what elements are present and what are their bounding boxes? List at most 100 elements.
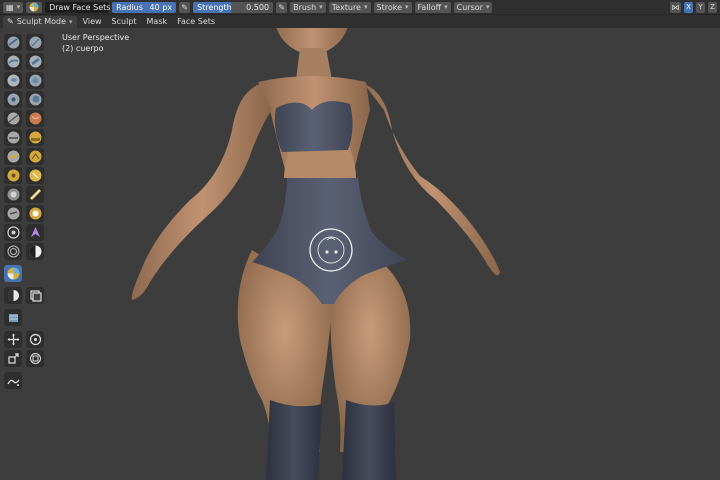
radius-pen-pressure-button[interactable]: ✎ bbox=[179, 1, 191, 13]
tool-transform[interactable] bbox=[26, 350, 44, 367]
inflate-icon bbox=[7, 93, 19, 106]
transform-icon bbox=[29, 353, 41, 364]
elastic-deform-icon bbox=[7, 188, 19, 201]
sculpt-toolbar bbox=[4, 34, 48, 389]
tool-thumb[interactable] bbox=[4, 205, 22, 222]
flatten-icon bbox=[7, 131, 19, 144]
symmetry-y-toggle[interactable]: Y bbox=[696, 1, 705, 13]
symmetry-x-toggle[interactable]: X bbox=[684, 1, 693, 13]
brush-menu[interactable]: Brush bbox=[290, 1, 326, 13]
brush-preview-button[interactable] bbox=[26, 1, 43, 13]
tool-pose[interactable] bbox=[26, 205, 44, 222]
pose-icon bbox=[29, 207, 41, 220]
tool-inflate[interactable] bbox=[4, 91, 22, 108]
snake-hook-icon bbox=[29, 188, 41, 201]
perspective-label: User Perspective bbox=[62, 33, 130, 42]
tool-slide-relax[interactable] bbox=[4, 243, 22, 260]
blob-icon bbox=[29, 93, 41, 106]
model-belly bbox=[284, 148, 356, 178]
tool-clay[interactable] bbox=[4, 53, 22, 70]
multiplane-scrape-icon bbox=[29, 150, 41, 163]
model-right-sock bbox=[342, 400, 396, 480]
smooth-icon bbox=[29, 112, 41, 125]
move-icon bbox=[7, 333, 19, 346]
editor-type-button[interactable]: ▦ bbox=[3, 1, 24, 13]
tool-draw[interactable] bbox=[4, 34, 22, 51]
stroke-menu[interactable]: Stroke bbox=[373, 1, 412, 13]
layer-icon bbox=[29, 74, 41, 87]
mode-selector[interactable]: ✎ Sculpt Mode bbox=[3, 15, 77, 28]
fill-icon bbox=[29, 131, 41, 144]
slide-relax-icon bbox=[7, 245, 19, 258]
tool-scrape[interactable] bbox=[4, 148, 22, 165]
butterfly-icon: ⋈ bbox=[671, 2, 680, 12]
face-sets-menu[interactable]: Face Sets bbox=[173, 16, 219, 28]
clay-thumb-icon bbox=[7, 74, 19, 87]
tool-elastic-deform[interactable] bbox=[4, 186, 22, 203]
cursor-menu[interactable]: Cursor bbox=[453, 1, 493, 13]
draw-sharp-icon bbox=[29, 36, 41, 49]
falloff-menu[interactable]: Falloff bbox=[414, 1, 451, 13]
tool-crease[interactable] bbox=[4, 110, 22, 127]
scrape-icon bbox=[7, 150, 19, 163]
tool-fill[interactable] bbox=[26, 129, 44, 146]
symmetry-lock-button[interactable]: ⋈ bbox=[670, 1, 681, 13]
radius-value: 40 px bbox=[149, 2, 173, 12]
viewport-header: ✎ Sculpt Mode View Sculpt Mask Face Sets bbox=[0, 14, 720, 28]
symmetry-z-toggle[interactable]: Z bbox=[708, 1, 717, 13]
brush-preview-icon bbox=[29, 2, 39, 12]
texture-menu[interactable]: Texture bbox=[328, 1, 371, 13]
clay-icon bbox=[7, 55, 19, 68]
object-label: (2) cuerpo bbox=[62, 44, 104, 53]
pen-pressure-icon: ✎ bbox=[278, 2, 285, 12]
rotate-transform-icon bbox=[29, 333, 41, 346]
tool-box-hide[interactable] bbox=[26, 287, 44, 304]
tool-flatten[interactable] bbox=[4, 129, 22, 146]
tool-multiplane-scrape[interactable] bbox=[26, 148, 44, 165]
box-mask-icon bbox=[7, 290, 19, 301]
model-left-sock bbox=[266, 400, 322, 480]
tool-mask[interactable] bbox=[26, 243, 44, 260]
radius-field[interactable]: Radius 40 px bbox=[112, 1, 177, 13]
tool-draw-face-sets[interactable] bbox=[4, 265, 22, 282]
strength-label: Strength bbox=[193, 1, 232, 13]
nudge-icon bbox=[6, 226, 20, 239]
tool-annotate[interactable] bbox=[4, 372, 22, 389]
sculpt-menu[interactable]: Sculpt bbox=[108, 16, 141, 28]
tool-header: ▦ Draw Face Sets Radius 40 px ✎ Strength… bbox=[0, 0, 720, 14]
tool-rotate-transform[interactable] bbox=[26, 331, 44, 348]
tool-mesh-filter[interactable] bbox=[4, 309, 22, 326]
3d-viewport[interactable]: User Perspective (2) cuerpo bbox=[0, 28, 720, 480]
tool-smooth[interactable] bbox=[26, 110, 44, 127]
mesh-filter-icon bbox=[8, 314, 18, 322]
tool-move[interactable] bbox=[4, 331, 22, 348]
tool-clay-strips[interactable] bbox=[26, 53, 44, 70]
strength-field[interactable]: Strength 0.500 bbox=[193, 1, 274, 13]
brush-name-field[interactable]: Draw Face Sets bbox=[45, 1, 110, 13]
thumb-icon bbox=[7, 207, 19, 220]
strength-value: 0.500 bbox=[246, 2, 270, 12]
scale-icon bbox=[7, 353, 19, 364]
tool-nudge[interactable] bbox=[4, 224, 22, 241]
mask-menu[interactable]: Mask bbox=[143, 16, 172, 28]
sculpt-model bbox=[131, 28, 500, 480]
tool-rotate[interactable] bbox=[26, 224, 44, 241]
strength-pen-pressure-button[interactable]: ✎ bbox=[276, 1, 288, 13]
rotate-icon bbox=[30, 227, 40, 237]
tool-pinch[interactable] bbox=[4, 167, 22, 184]
mode-label: Sculpt Mode bbox=[16, 17, 67, 26]
tool-scale[interactable] bbox=[4, 350, 22, 367]
model-neck bbox=[296, 48, 332, 80]
tool-box-mask[interactable] bbox=[4, 287, 22, 304]
crease-icon bbox=[7, 112, 19, 125]
tool-draw-sharp[interactable] bbox=[26, 34, 44, 51]
tool-snake-hook[interactable] bbox=[26, 186, 44, 203]
tool-clay-thumb[interactable] bbox=[4, 72, 22, 89]
pen-pressure-icon: ✎ bbox=[181, 2, 188, 12]
view-menu[interactable]: View bbox=[79, 16, 106, 28]
tool-layer[interactable] bbox=[26, 72, 44, 89]
mask-icon bbox=[29, 245, 41, 258]
tool-blob[interactable] bbox=[26, 91, 44, 108]
tool-grab[interactable] bbox=[26, 167, 44, 184]
draw-brush-icon bbox=[7, 36, 19, 49]
